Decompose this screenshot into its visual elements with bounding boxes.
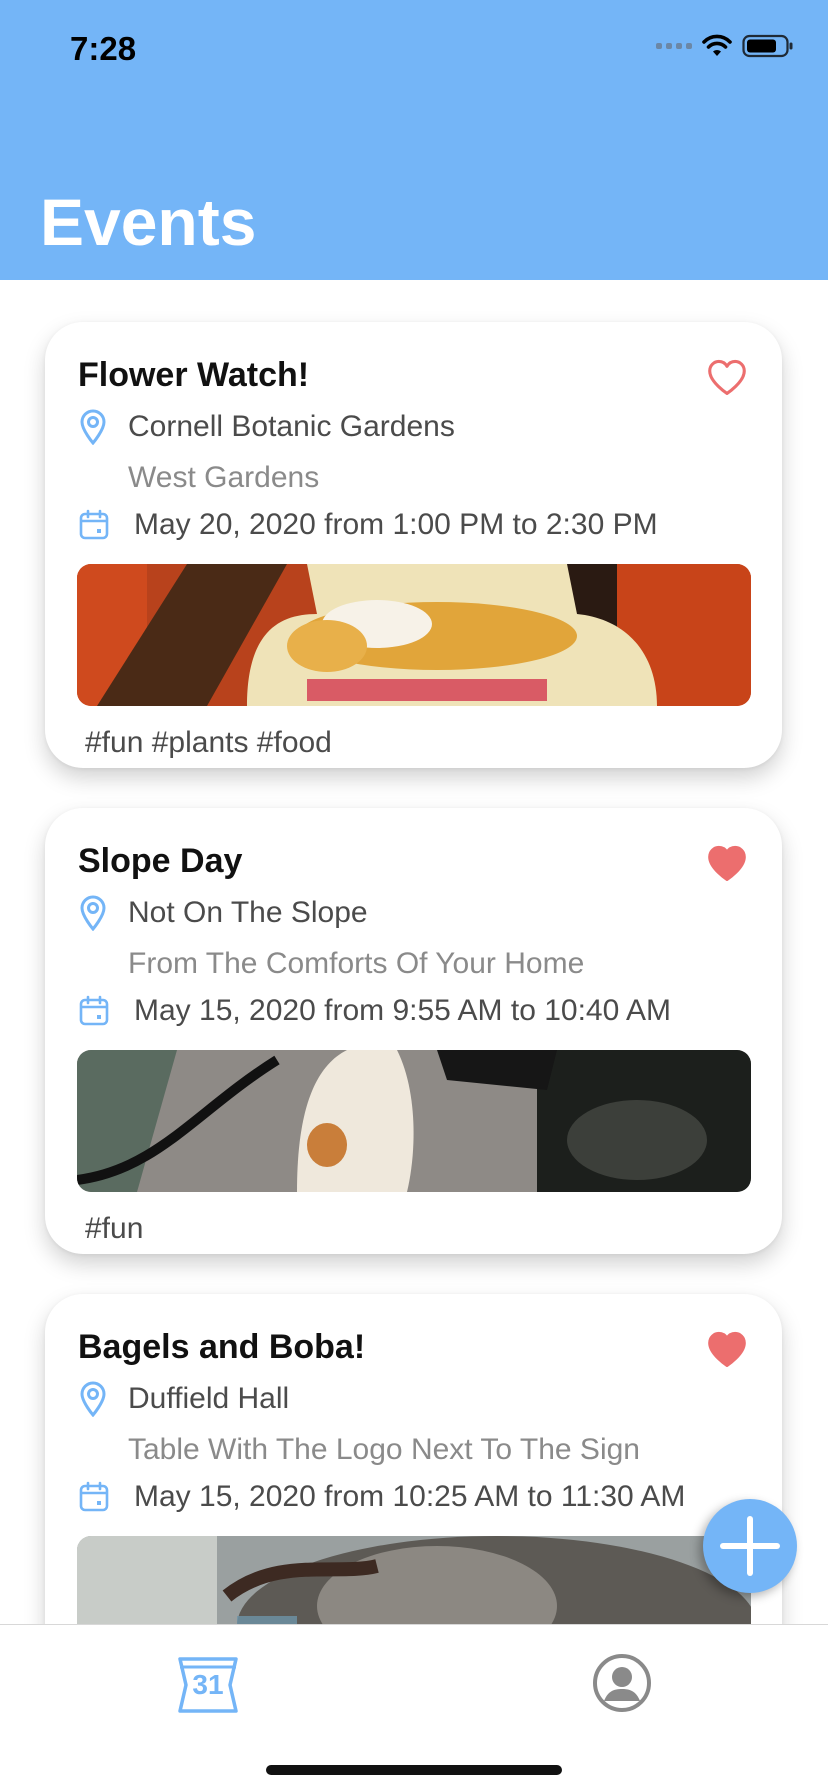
calendar-small-icon: [79, 509, 109, 540]
profile-icon: [593, 1654, 651, 1712]
plus-icon: [720, 1516, 780, 1576]
heart-outline-icon[interactable]: [706, 358, 748, 396]
status-time: 7:28: [70, 30, 137, 67]
event-tags: #fun: [85, 1212, 144, 1245]
location-pin-icon: [80, 1381, 106, 1417]
tab-profile[interactable]: [592, 1653, 652, 1713]
event-photo: [77, 1050, 751, 1192]
wifi-icon: [702, 34, 732, 56]
home-indicator: [266, 1765, 562, 1775]
heart-filled-icon[interactable]: [706, 844, 748, 882]
add-event-button[interactable]: [703, 1499, 797, 1593]
event-card[interactable]: Flower Watch! Cornell Botanic Gardens We…: [45, 322, 782, 768]
event-sublocation: Table With The Logo Next To The Sign: [128, 1433, 640, 1466]
date-row: May 15, 2020 from 10:25 AM to 11:30 AM: [78, 1480, 685, 1514]
events-screen: 7:28 Events Flower Watch! Cornell Botani…: [0, 0, 828, 1792]
location-row: Cornell Botanic Gardens: [78, 409, 455, 445]
event-title: Bagels and Boba!: [78, 1328, 366, 1366]
event-title: Flower Watch!: [78, 356, 310, 394]
event-location: Cornell Botanic Gardens: [128, 410, 455, 443]
calendar-day: 31: [192, 1669, 224, 1700]
event-title: Slope Day: [78, 842, 243, 880]
event-datetime: May 20, 2020 from 1:00 PM to 2:30 PM: [134, 508, 658, 541]
date-row: May 20, 2020 from 1:00 PM to 2:30 PM: [78, 508, 658, 542]
event-location: Duffield Hall: [128, 1382, 290, 1415]
page-title: Events: [40, 185, 257, 259]
event-sublocation: West Gardens: [128, 461, 320, 494]
event-location: Not On The Slope: [128, 896, 368, 929]
date-row: May 15, 2020 from 9:55 AM to 10:40 AM: [78, 994, 671, 1028]
event-tags: #fun #plants #food: [85, 726, 332, 759]
location-row: Duffield Hall: [78, 1381, 289, 1417]
location-pin-icon: [80, 409, 106, 445]
battery-icon: [742, 34, 793, 58]
heart-filled-icon[interactable]: [706, 1330, 748, 1368]
location-row: Not On The Slope: [78, 895, 368, 931]
tab-events[interactable]: 31: [176, 1655, 240, 1715]
event-photo: [77, 564, 751, 706]
status-icons: [656, 34, 794, 58]
event-datetime: May 15, 2020 from 9:55 AM to 10:40 AM: [134, 994, 671, 1027]
calendar-small-icon: [79, 995, 109, 1026]
event-sublocation: From The Comforts Of Your Home: [128, 947, 585, 980]
location-pin-icon: [80, 895, 106, 931]
calendar-small-icon: [79, 1481, 109, 1512]
event-datetime: May 15, 2020 from 10:25 AM to 11:30 AM: [134, 1480, 686, 1513]
header: 7:28 Events: [0, 0, 828, 280]
cellular-signal-icon: [656, 43, 692, 49]
event-card[interactable]: Slope Day Not On The Slope From The Comf…: [45, 808, 782, 1254]
